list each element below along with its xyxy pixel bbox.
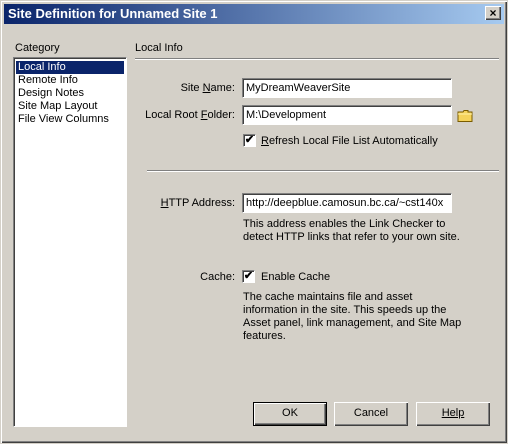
dialog-window: Site Definition for Unnamed Site 1 × Cat… — [0, 0, 508, 444]
category-item-site-map-layout[interactable]: Site Map Layout — [16, 100, 124, 113]
category-item-file-view-columns[interactable]: File View Columns — [16, 113, 124, 126]
refresh-label: Refresh Local File List Automatically — [261, 135, 438, 147]
ok-button[interactable]: OK — [253, 402, 327, 426]
category-item-local-info[interactable]: Local Info — [16, 61, 124, 74]
http-address-help: This address enables the Link Checker to… — [243, 218, 460, 243]
cache-label: Cache: — [200, 271, 235, 283]
panel-divider — [135, 58, 499, 60]
http-address-label: HTTP Address: — [160, 197, 235, 209]
category-heading: Category — [15, 42, 60, 54]
local-root-folder-input[interactable]: M:\Development — [242, 105, 452, 125]
site-name-input[interactable]: MyDreamWeaverSite — [242, 78, 452, 98]
category-list[interactable]: Local Info Remote Info Design Notes Site… — [13, 57, 127, 427]
folder-icon[interactable] — [457, 109, 474, 123]
refresh-checkbox[interactable]: ✔ — [243, 134, 256, 147]
section-divider — [147, 170, 499, 172]
site-name-label: Site Name: — [180, 82, 235, 94]
category-item-remote-info[interactable]: Remote Info — [16, 74, 124, 87]
enable-cache-checkbox[interactable]: ✔ — [242, 270, 255, 283]
cancel-button[interactable]: Cancel — [334, 402, 408, 426]
close-button[interactable]: × — [485, 6, 501, 20]
title-bar[interactable]: Site Definition for Unnamed Site 1 × — [4, 4, 504, 24]
panel-title: Local Info — [135, 42, 183, 54]
cache-help: The cache maintains file and asset infor… — [243, 291, 462, 342]
local-root-folder-label: Local Root Folder: — [145, 109, 235, 121]
help-button[interactable]: Help — [416, 402, 490, 426]
close-icon: × — [489, 6, 497, 20]
http-address-input[interactable]: http://deepblue.camosun.bc.ca/~cst140x — [242, 193, 452, 213]
enable-cache-label: Enable Cache — [261, 271, 331, 283]
category-item-design-notes[interactable]: Design Notes — [16, 87, 124, 100]
window-title: Site Definition for Unnamed Site 1 — [8, 6, 218, 21]
